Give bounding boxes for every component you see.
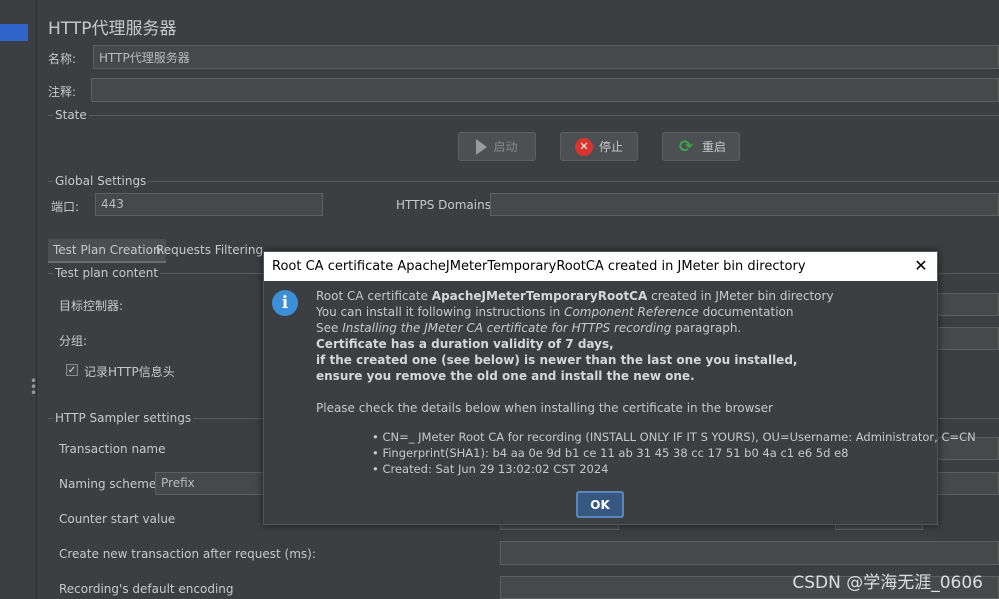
tab-test-plan-creation[interactable]: Test Plan Creation — [48, 239, 166, 263]
record-headers-checkbox[interactable]: ✓ — [66, 364, 78, 376]
new-transaction-label: Create new transaction after request (ms… — [59, 547, 316, 561]
tree-panel[interactable] — [0, 0, 29, 599]
panel-splitter[interactable] — [28, 0, 37, 599]
global-divider — [48, 181, 999, 182]
restart-button[interactable]: ⟳ 重启 — [662, 132, 740, 161]
close-icon[interactable]: ✕ — [913, 257, 929, 275]
list-item: • Fingerprint(SHA1): b4 aa 0e 9d b1 ce 1… — [372, 446, 849, 460]
target-controller-select[interactable] — [935, 293, 999, 316]
name-field[interactable]: HTTP代理服务器 — [93, 45, 999, 69]
list-item: • CN=_ JMeter Root CA for recording (INS… — [372, 430, 976, 444]
test-plan-group-title: Test plan content — [53, 266, 161, 280]
comment-field[interactable] — [91, 78, 999, 102]
target-controller-label: 目标控制器: — [59, 299, 124, 313]
naming-scheme-select[interactable]: Prefix — [155, 472, 265, 495]
global-group-title: Global Settings — [53, 174, 149, 188]
watermark-text: CSDN @学海无涯_0606 — [792, 573, 983, 593]
port-label: 端口: — [51, 200, 80, 214]
tree-selected-item[interactable] — [0, 24, 28, 41]
start-button-label: 启动 — [493, 140, 518, 154]
certificate-details-list: • CN=_ JMeter Root CA for recording (INS… — [372, 429, 976, 477]
https-domains-field[interactable] — [490, 193, 999, 216]
check-details-text: Please check the details below when inst… — [316, 401, 773, 415]
stop-button[interactable]: ✕ 停止 — [560, 132, 638, 161]
record-headers-label: 记录HTTP信息头 — [84, 365, 175, 379]
ok-button[interactable]: OK — [576, 491, 624, 518]
dialog-message: Root CA certificate ApacheJMeterTemporar… — [316, 289, 834, 415]
sampler-group-title: HTTP Sampler settings — [53, 411, 194, 425]
dialog-title: Root CA certificate ApacheJMeterTemporar… — [264, 252, 937, 281]
certificate-dialog: Root CA certificate ApacheJMeterTemporar… — [263, 251, 976, 525]
grouping-label: 分组: — [59, 334, 88, 348]
name-label: 名称: — [48, 52, 77, 66]
new-transaction-field[interactable] — [500, 541, 999, 565]
comment-label: 注释: — [48, 85, 77, 99]
state-divider — [48, 115, 999, 116]
play-icon — [476, 138, 488, 155]
start-button[interactable]: 启动 — [458, 132, 536, 161]
grouping-select[interactable] — [935, 327, 999, 350]
stop-icon: ✕ — [574, 137, 593, 156]
page-title: HTTP代理服务器 — [48, 19, 177, 39]
naming-scheme-label: Naming scheme — [59, 477, 157, 491]
stop-button-label: 停止 — [598, 140, 623, 154]
restart-button-label: 重启 — [701, 140, 726, 154]
state-group-title: State — [53, 108, 89, 122]
tab-requests-filtering[interactable]: Requests Filtering — [151, 239, 268, 261]
list-item: • Created: Sat Jun 29 13:02:02 CST 2024 — [372, 462, 609, 476]
counter-start-label: Counter start value — [59, 512, 176, 526]
restart-icon: ⟳ — [678, 136, 694, 157]
info-icon: i — [272, 290, 298, 316]
port-field[interactable]: 443 — [95, 193, 323, 216]
encoding-label: Recording's default encoding — [59, 582, 234, 596]
transaction-name-label: Transaction name — [59, 442, 166, 456]
https-domains-label: HTTPS Domains: — [396, 198, 495, 212]
